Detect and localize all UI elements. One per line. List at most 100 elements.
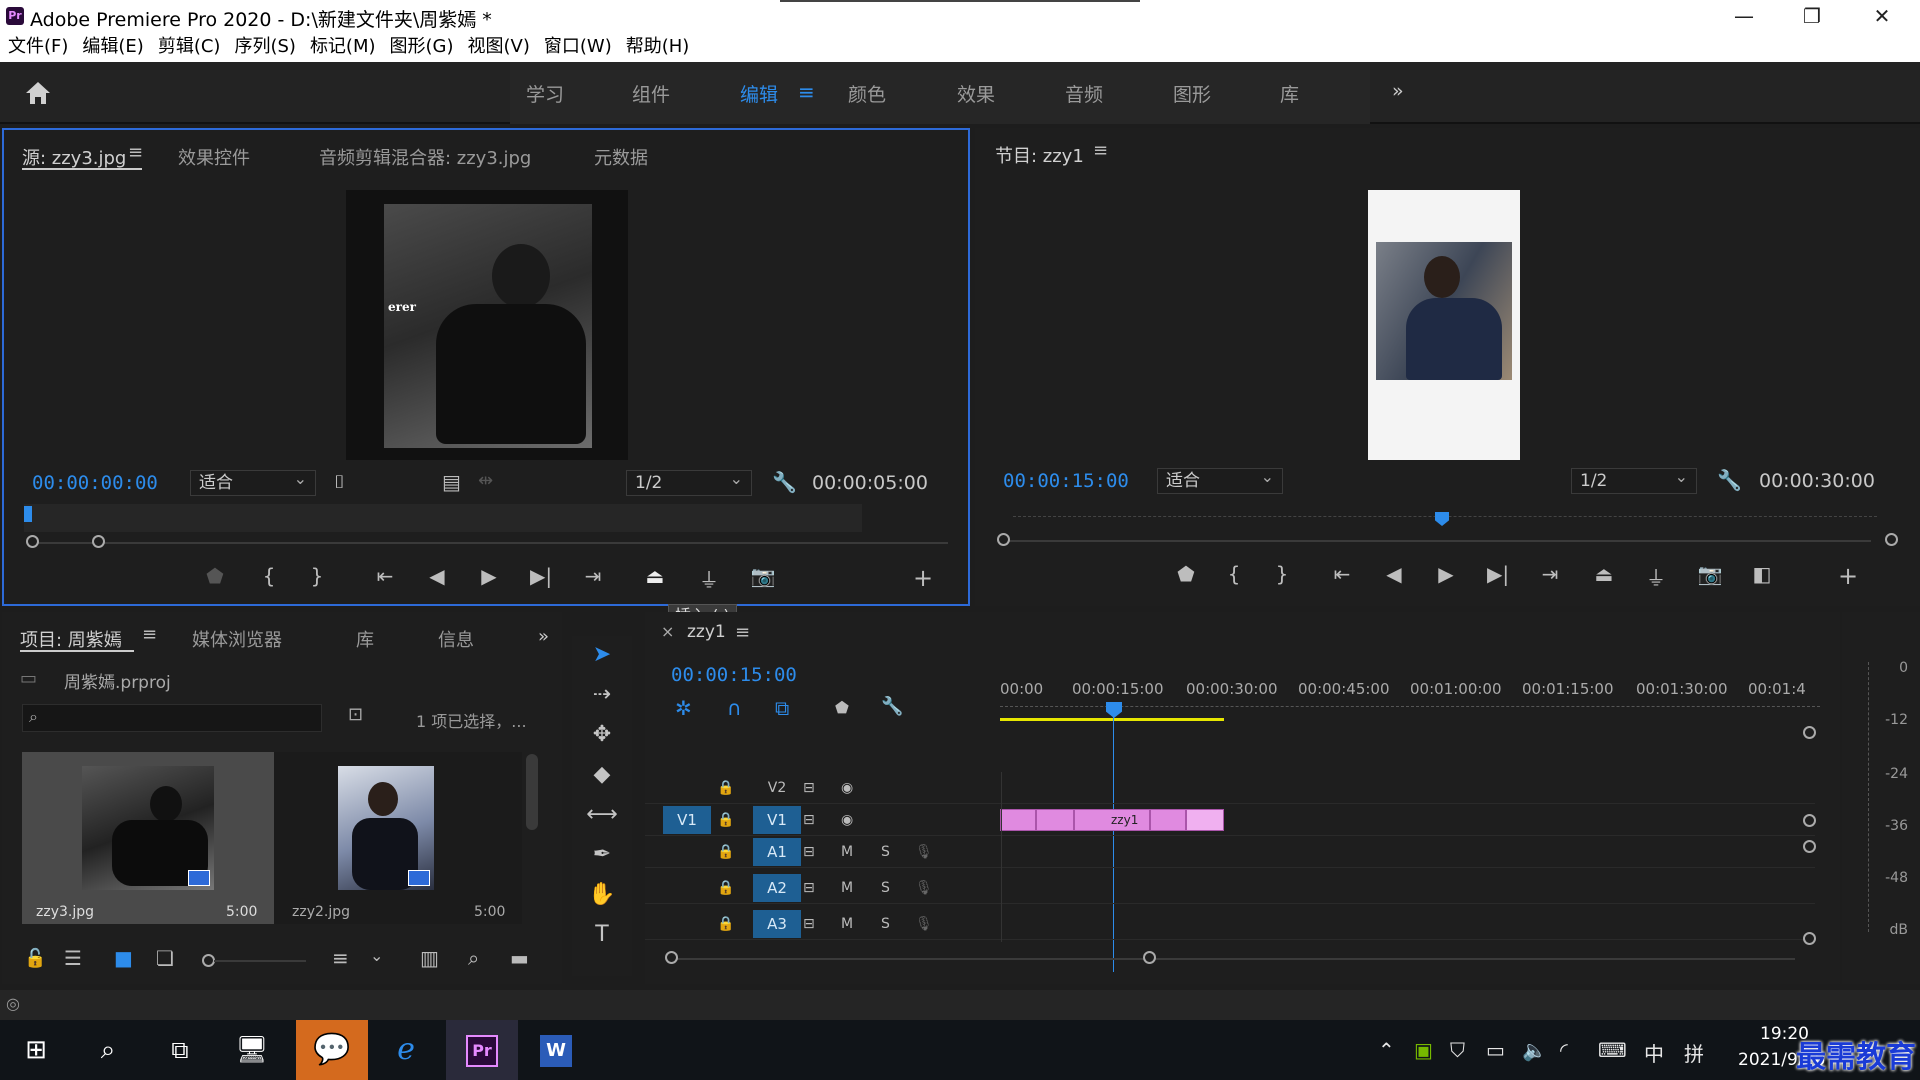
mute-button[interactable]: M — [841, 912, 853, 936]
source-settings-wrench-icon[interactable]: 🔧 — [772, 470, 797, 494]
track-height-handle[interactable] — [1803, 814, 1816, 827]
keyboard-icon[interactable]: ⌨ — [1598, 1038, 1627, 1062]
slip-tool-icon[interactable]: ⟷ — [572, 802, 632, 827]
home-icon[interactable] — [24, 80, 52, 106]
timeline-timecode[interactable]: 00:00:15:00 — [671, 664, 797, 686]
freeform-view-icon[interactable]: ❏ — [156, 946, 174, 970]
timeline-clip[interactable] — [1150, 809, 1186, 831]
workspace-tab-effects[interactable]: 效果 — [957, 80, 995, 107]
insert-icon[interactable]: ⏏ — [640, 564, 670, 588]
type-tool-icon[interactable]: T — [572, 922, 632, 947]
list-view-icon[interactable]: ☰ — [64, 946, 82, 970]
menu-graphics[interactable]: 图形(G) — [390, 32, 454, 62]
solo-button[interactable]: S — [881, 912, 890, 936]
restore-button[interactable]: ❐ — [1780, 2, 1844, 30]
find-icon[interactable]: ⌕ — [468, 946, 479, 970]
eye-icon[interactable]: ◉ — [841, 808, 853, 832]
timeline-clip[interactable] — [1000, 809, 1036, 831]
ime-mode-icon[interactable]: 拼 — [1684, 1038, 1704, 1067]
show-hidden-icons[interactable]: ⌃ — [1378, 1038, 1395, 1062]
sync-lock-icon[interactable]: ⊟ — [803, 912, 815, 936]
source-add-button[interactable]: + — [908, 564, 938, 592]
sync-lock-icon[interactable]: ⊟ — [803, 808, 815, 832]
tab-audio-clip-mixer[interactable]: 音频剪辑混合器: zzy3.jpg — [319, 144, 531, 170]
menu-view[interactable]: 视图(V) — [468, 32, 530, 62]
export-frame-icon[interactable]: 📷 — [748, 564, 778, 588]
nest-toggle-icon[interactable]: ✲ — [675, 696, 692, 720]
mark-out-icon[interactable]: } — [302, 564, 332, 588]
wechat-icon[interactable]: 💬 — [296, 1020, 368, 1080]
task-view-icon[interactable]: ⧉ — [144, 1020, 216, 1080]
lock-icon[interactable]: 🔒 — [717, 776, 734, 800]
timeline-menu-icon[interactable]: ≡ — [735, 622, 750, 643]
mute-button[interactable]: M — [841, 840, 853, 864]
panel-menu-icon[interactable]: ≡ — [128, 142, 143, 163]
source-time-ruler[interactable] — [24, 504, 862, 532]
program-zoom-bar[interactable] — [1005, 540, 1871, 542]
minimize-button[interactable]: — — [1712, 2, 1776, 30]
track-select-tool-icon[interactable]: ⇢ — [572, 682, 632, 707]
snap-magnet-icon[interactable]: ∩ — [727, 696, 742, 720]
workspace-tab-audio[interactable]: 音频 — [1065, 80, 1103, 107]
sort-icon[interactable]: ≡ — [332, 946, 349, 970]
menu-help[interactable]: 帮助(H) — [626, 32, 690, 62]
menu-clip[interactable]: 剪辑(C) — [158, 32, 221, 62]
menu-markers[interactable]: 标记(M) — [310, 32, 376, 62]
source-drag-video-icon[interactable]: ▤ — [442, 470, 461, 494]
project-search-input[interactable]: ⌕ — [22, 704, 322, 732]
workspace-tab-libraries[interactable]: 库 — [1280, 80, 1299, 107]
track-target-a2[interactable]: A2 — [753, 874, 801, 902]
timeline-clip[interactable]: zzy1 — [1074, 809, 1150, 831]
track-height-handle[interactable] — [1803, 726, 1816, 739]
eye-icon[interactable]: ◉ — [841, 776, 853, 800]
tab-effect-controls[interactable]: 效果控件 — [178, 144, 250, 170]
workspace-tab-learn[interactable]: 学习 — [526, 80, 564, 107]
program-export-frame-icon[interactable]: 📷 — [1695, 562, 1725, 586]
tab-media-browser[interactable]: 媒体浏览器 — [192, 626, 282, 652]
program-mark-in-icon[interactable]: { — [1219, 562, 1249, 586]
program-mark-out-icon[interactable]: } — [1267, 562, 1297, 586]
program-step-back-icon[interactable]: ◀ — [1379, 562, 1409, 586]
zoom-slider[interactable] — [214, 960, 306, 962]
pen-tool-icon[interactable]: ✒ — [572, 842, 632, 867]
step-back-icon[interactable]: ◀ — [422, 564, 452, 588]
lock-icon[interactable]: 🔒 — [717, 840, 734, 864]
program-go-to-out-icon[interactable]: ⇥ — [1535, 562, 1565, 586]
track-height-handle[interactable] — [1803, 840, 1816, 853]
tab-libraries[interactable]: 库 — [356, 626, 374, 652]
mute-button[interactable]: M — [841, 876, 853, 900]
tab-project[interactable]: 项目: 周紫嫣 — [20, 626, 122, 652]
render-status-icon[interactable]: ◎ — [6, 994, 20, 1013]
track-target-v1[interactable]: V1 — [753, 806, 801, 834]
source-zoom-handle-left[interactable] — [26, 535, 39, 548]
sync-lock-icon[interactable]: ⊟ — [803, 840, 815, 864]
comparison-view-icon[interactable]: ◧ — [1747, 562, 1777, 586]
lock-icon[interactable]: 🔒 — [717, 876, 734, 900]
new-bin-from-search-icon[interactable]: ⊡ — [348, 704, 363, 725]
source-playhead[interactable] — [24, 506, 32, 522]
close-sequence-icon[interactable]: × — [661, 622, 674, 641]
mark-in-icon[interactable]: { — [254, 564, 284, 588]
program-go-to-in-icon[interactable]: ⇤ — [1327, 562, 1357, 586]
add-marker-icon[interactable]: ⬟ — [200, 564, 230, 588]
track-target-a3[interactable]: A3 — [753, 910, 801, 938]
workspace-menu-icon[interactable]: ≡ — [798, 80, 815, 104]
security-shield-icon[interactable]: ⛉ — [1450, 1038, 1465, 1062]
hand-tool-icon[interactable]: ✋ — [572, 882, 632, 907]
timeline-settings-wrench-icon[interactable]: 🔧 — [881, 696, 903, 717]
program-play-icon[interactable]: ▶ — [1431, 562, 1461, 586]
nvidia-icon[interactable]: ▣ — [1414, 1038, 1433, 1062]
source-safe-margin-icon[interactable]: ⌷ — [334, 472, 345, 493]
program-add-marker-icon[interactable]: ⬟ — [1171, 562, 1201, 586]
program-zoom-handle-right[interactable] — [1885, 533, 1898, 546]
add-marker-icon[interactable]: ⬟ — [835, 698, 849, 717]
selection-tool-icon[interactable]: ➤ — [572, 642, 632, 667]
menu-file[interactable]: 文件(F) — [8, 32, 68, 62]
timeline-zoom-bar[interactable] — [675, 958, 1795, 960]
linked-selection-icon[interactable]: ⧉ — [775, 696, 789, 720]
extract-icon[interactable]: ⏚ — [1641, 562, 1671, 591]
program-timecode[interactable]: 00:00:15:00 — [1003, 470, 1129, 492]
ripple-edit-tool-icon[interactable]: ✥ — [572, 722, 632, 747]
menu-window[interactable]: 窗口(W) — [544, 32, 612, 62]
program-zoom-handle-left[interactable] — [997, 533, 1010, 546]
